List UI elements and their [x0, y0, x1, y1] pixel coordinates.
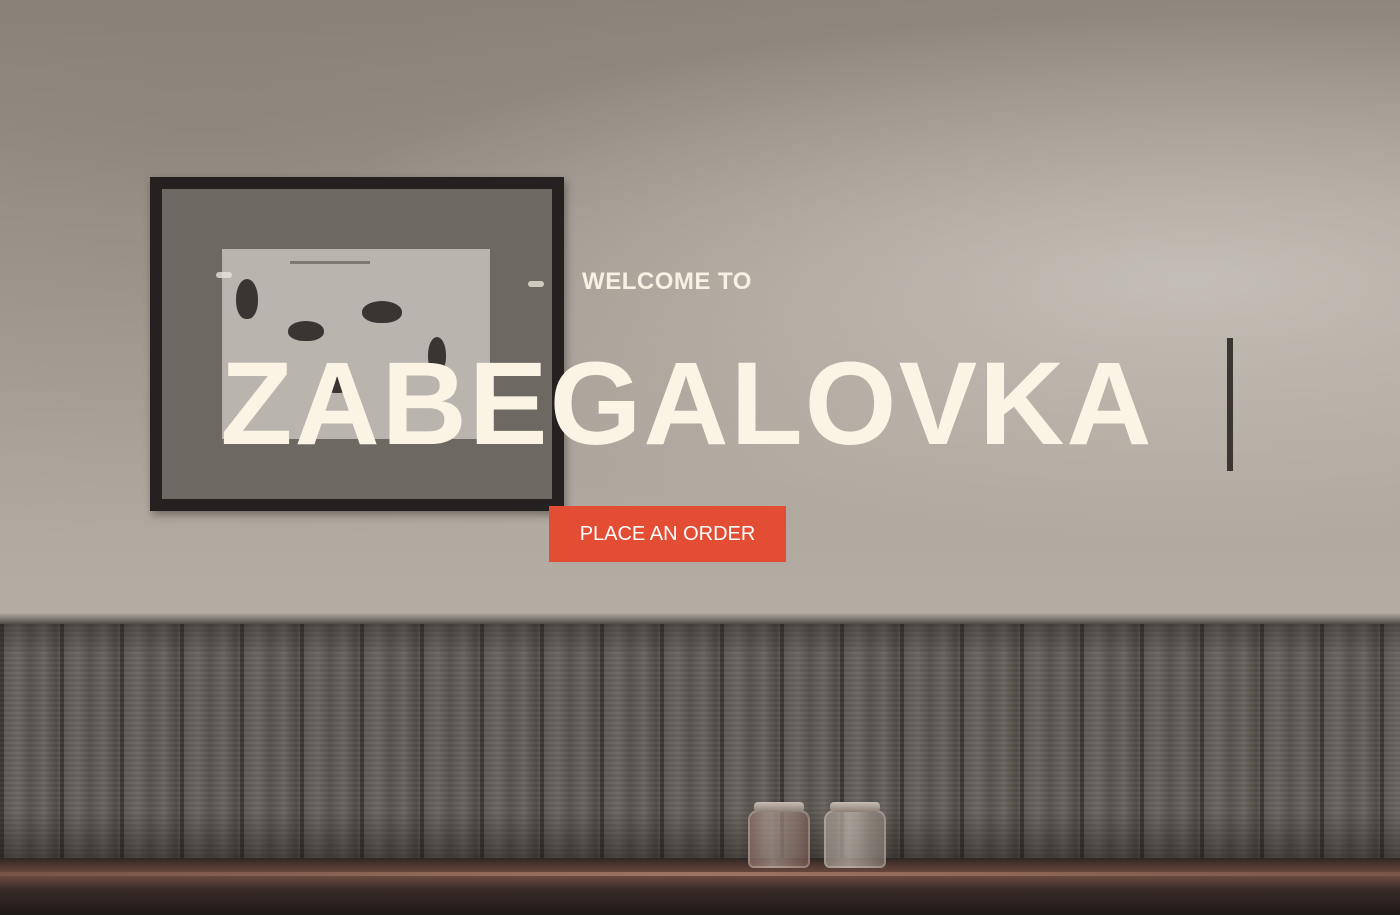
site-title: ZABEGALOVKA: [220, 338, 1154, 470]
typing-cursor: [1227, 338, 1233, 471]
welcome-subheading: WELCOME TO: [582, 268, 752, 295]
hero-overlay: WELCOME TO ZABEGALOVKA PLACE AN ORDER: [0, 0, 1400, 915]
hero-section: WELCOME TO ZABEGALOVKA PLACE AN ORDER: [0, 0, 1400, 915]
place-order-button[interactable]: PLACE AN ORDER: [549, 506, 786, 562]
